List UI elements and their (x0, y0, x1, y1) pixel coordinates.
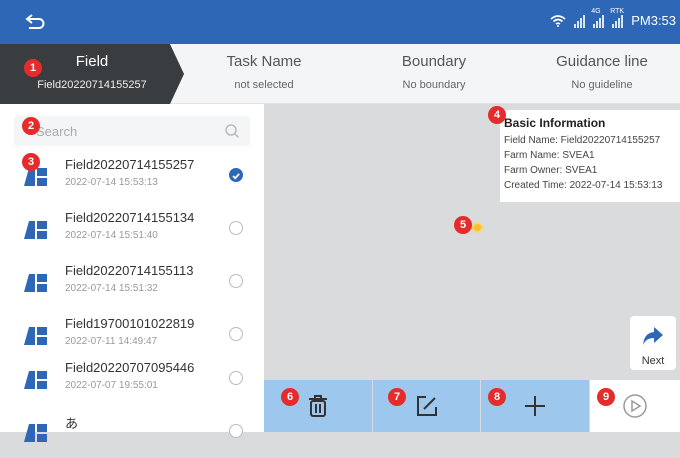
field-name: あ (65, 416, 79, 431)
field-icon (24, 371, 47, 389)
tab-task-name-subtitle: not selected (234, 79, 294, 91)
info-field-name: Field Name: Field20220714155257 (504, 135, 661, 146)
tab-guidance-line-title: Guidance line (556, 53, 648, 70)
back-button[interactable] (18, 8, 52, 36)
play-icon (623, 394, 647, 418)
step-tab-bar: Field Field20220714155257 Task Name not … (0, 44, 680, 104)
trash-icon (309, 395, 327, 417)
badge-9: 9 (597, 388, 615, 406)
rtk-signal-icon: RTK (610, 8, 624, 28)
add-icon (525, 396, 545, 416)
field-name: Field20220707095446 (65, 360, 195, 375)
delete-button[interactable] (264, 380, 372, 432)
search-box[interactable]: Search (14, 116, 250, 146)
forward-arrow-icon (643, 327, 663, 345)
rtk-label: RTK (610, 7, 625, 15)
field-list-item[interactable]: Field20220714155134 2022-07-14 15:51:40 (0, 203, 264, 255)
badge-1: 1 (24, 59, 42, 77)
field-list-item[interactable]: Field20220714155113 2022-07-14 15:51:32 (0, 256, 264, 308)
field-selected-radio[interactable] (229, 168, 243, 182)
field-date: 2022-07-14 15:51:32 (65, 283, 158, 294)
bottom-toolbar (264, 380, 680, 432)
signal-icon (574, 14, 586, 28)
field-icon (24, 424, 47, 442)
info-title: Basic Information (504, 116, 606, 130)
badge-5: 5 (454, 216, 472, 234)
field-list-item[interactable]: Field20220714155257 2022-07-14 15:53:13 (0, 150, 264, 202)
edit-button[interactable] (373, 380, 480, 432)
badge-2: 2 (22, 117, 40, 135)
field-date: 2022-07-14 15:51:40 (65, 230, 158, 241)
badge-3: 3 (22, 153, 40, 171)
field-list-item[interactable]: あ (0, 406, 264, 458)
field-radio[interactable] (229, 274, 243, 288)
tab-boundary-title: Boundary (401, 53, 467, 70)
field-list-item[interactable]: Field20220707095446 2022-07-07 19:55:01 (0, 353, 264, 405)
status-bar: 4G RTK PM3:53 (0, 0, 680, 44)
wifi-icon (550, 15, 566, 27)
field-icon (24, 274, 47, 292)
next-label: Next (641, 355, 665, 367)
field-radio[interactable] (229, 327, 243, 341)
basic-information-card: Basic Information Field Name: Field20220… (500, 110, 680, 202)
info-farm-owner: Farm Owner: SVEA1 (504, 165, 598, 176)
field-radio[interactable] (229, 221, 243, 235)
badge-8: 8 (488, 388, 506, 406)
tab-task-name-title: Task Name (226, 53, 302, 70)
field-name: Field20220714155257 (65, 157, 195, 172)
field-date: 2022-07-11 14:49:47 (65, 336, 158, 347)
info-farm-name: Farm Name: SVEA1 (504, 150, 595, 161)
tab-task-name[interactable]: Task Name not selected (184, 44, 344, 104)
search-icon[interactable] (224, 123, 240, 139)
tab-guidance-line[interactable]: Guidance line No guideline (524, 44, 680, 104)
field-date: 2022-07-14 15:53:13 (65, 177, 158, 188)
tab-guidance-line-subtitle: No guideline (571, 79, 633, 91)
badge-7: 7 (388, 388, 406, 406)
field-icon (24, 327, 47, 345)
field-name: Field20220714155134 (65, 210, 195, 225)
tab-boundary[interactable]: Boundary No boundary (344, 44, 524, 104)
sim-label: 4G (591, 7, 601, 15)
tab-boundary-subtitle: No boundary (402, 79, 466, 91)
location-pin-icon[interactable] (472, 222, 483, 233)
next-button[interactable]: Next (630, 316, 676, 370)
field-name: Field20220714155113 (65, 263, 194, 278)
field-radio[interactable] (229, 371, 243, 385)
check-icon (232, 173, 240, 180)
search-input[interactable]: Search (36, 124, 77, 139)
back-arrow-icon (25, 14, 45, 29)
status-time: PM3:53 (631, 13, 676, 28)
field-list-panel: Search Field20220714155257 2022-07-14 15… (0, 104, 264, 442)
tab-field-subtitle: Field20220714155257 (37, 79, 147, 91)
sim-signal-icon: 4G (591, 8, 605, 28)
field-name: Field19700101022819 (65, 316, 195, 331)
badge-6: 6 (281, 388, 299, 406)
field-date: 2022-07-07 19:55:01 (65, 380, 158, 391)
field-radio[interactable] (229, 424, 243, 438)
info-created-time: Created Time: 2022-07-14 15:53:13 (504, 180, 663, 191)
badge-4: 4 (488, 106, 506, 124)
field-icon (24, 221, 47, 239)
edit-icon (416, 396, 437, 416)
